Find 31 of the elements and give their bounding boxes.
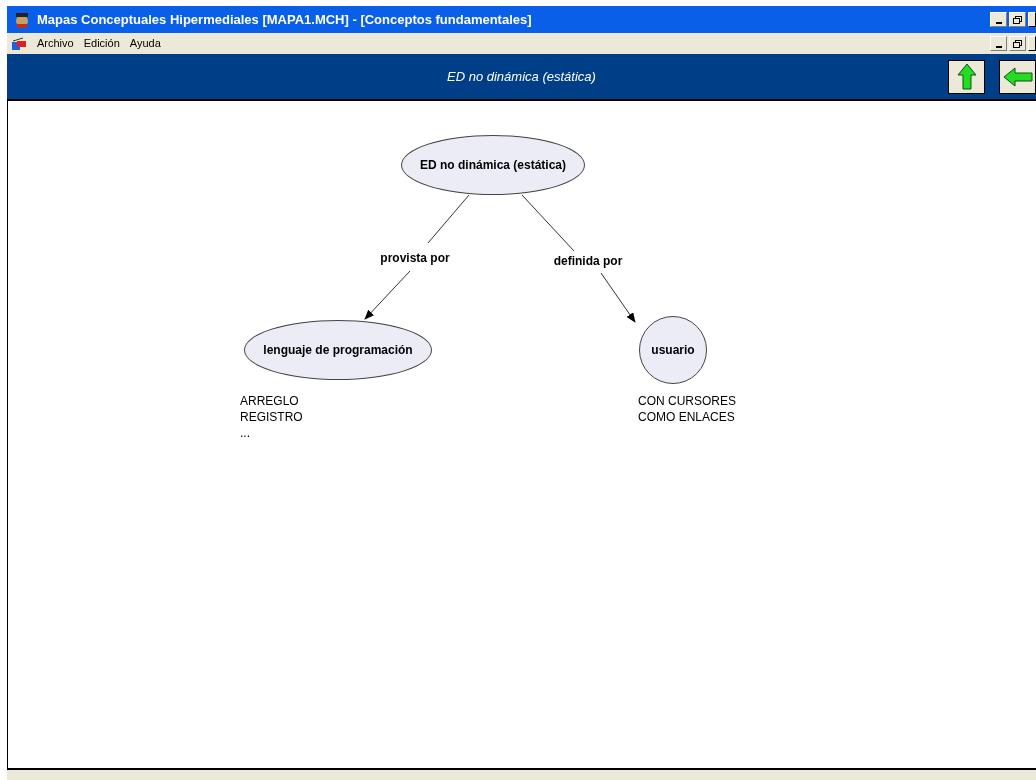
header-title: ED no dinámica (estática) — [447, 67, 596, 86]
minimize-button[interactable] — [990, 12, 1007, 27]
minimize-button[interactable] — [990, 36, 1007, 51]
restore-icon — [1013, 15, 1022, 24]
concept-node[interactable]: usuario — [639, 316, 707, 384]
minimize-icon — [995, 22, 1002, 24]
restore-button[interactable] — [1009, 36, 1026, 51]
restore-button[interactable] — [1009, 12, 1026, 27]
note-line: COMO ENLACES — [638, 409, 736, 425]
app-icon — [13, 10, 31, 29]
left-arrow-icon — [1002, 66, 1033, 87]
menu-item[interactable]: Archivo — [37, 35, 74, 52]
minimize-icon — [995, 46, 1002, 48]
restore-icon — [1013, 39, 1022, 48]
note-line: ... — [240, 425, 251, 441]
note-line: REGISTRO — [240, 409, 303, 425]
note-line: ARREGLO — [240, 393, 300, 409]
link-label: definida por — [553, 253, 623, 270]
concept-node[interactable]: ED no dinámica (estática) — [401, 135, 585, 195]
link-label: provista por — [380, 250, 450, 267]
up-arrow-icon — [956, 62, 977, 91]
back-button[interactable] — [999, 59, 1036, 94]
concept-node[interactable]: lenguaje de programación — [244, 320, 432, 380]
window-title: Mapas Conceptuales Hipermediales [MAPA1.MCH] - [Conceptos fundamentales] — [37, 10, 532, 29]
document-icon — [11, 36, 27, 51]
up-button[interactable] — [948, 59, 985, 94]
note-line: CON CURSORES — [638, 393, 736, 409]
close-button[interactable] — [1028, 36, 1036, 51]
menu-item[interactable]: Ayuda — [129, 35, 161, 52]
menu-item[interactable]: Edición — [83, 35, 120, 52]
close-button[interactable] — [1028, 12, 1036, 27]
